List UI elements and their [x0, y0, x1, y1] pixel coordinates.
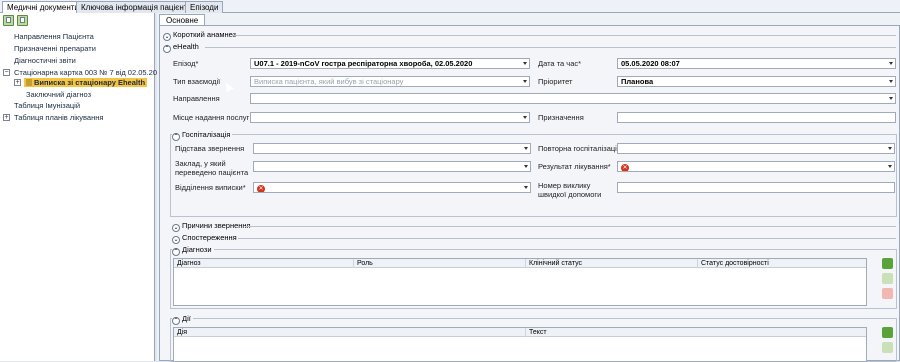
documents-tree-panel: Направлення Пацієнта Призначенні препара… — [0, 13, 165, 361]
datetime-select[interactable]: 05.05.2020 08:07 — [617, 58, 896, 69]
chevron-down-icon — [888, 165, 892, 168]
column-header-clinical-status[interactable]: Клінічний статус — [526, 259, 698, 268]
section-diagnoses[interactable]: ⌃ Діагнози — [172, 245, 214, 256]
chevron-up-icon[interactable]: ⌃ — [172, 248, 180, 256]
discharge-department-select[interactable]: ✕ — [253, 182, 531, 193]
column-header-diagnosis[interactable]: Діагноз — [174, 259, 354, 268]
document-tabs-bar: Медичні документи Ключова інформація пац… — [0, 0, 900, 14]
divider — [238, 238, 896, 239]
rehospitalization-label: Повторна госпіталізація — [538, 144, 621, 153]
column-header-text[interactable]: Текст — [526, 328, 868, 337]
chevron-down-icon — [889, 62, 893, 65]
interaction-type-label: Тип взаємодії — [173, 77, 221, 86]
chevron-down-icon — [523, 116, 527, 119]
chevron-down-icon — [524, 186, 528, 189]
add-diagnosis-icon[interactable] — [882, 258, 893, 269]
chevron-down-icon[interactable]: ⌄ — [163, 33, 171, 41]
document-editor-panel: Основне ⌄ Короткий анамнез ⌃ eHealth Епізо… — [157, 13, 900, 362]
treatment-result-select[interactable]: ✕ — [617, 161, 895, 172]
divider — [232, 35, 896, 36]
chevron-up-icon[interactable]: ⌃ — [163, 45, 171, 53]
diagnoses-table[interactable]: Діагноз Роль Клінічний статус Статус дос… — [173, 258, 867, 306]
chevron-down-icon — [889, 80, 893, 83]
section-actions[interactable]: ⌃ Дії — [172, 314, 193, 325]
rehospitalization-select[interactable] — [617, 143, 895, 154]
section-observations[interactable]: ⌄ Спостереження — [172, 233, 237, 244]
tree-expander-icon[interactable]: + — [14, 79, 21, 86]
chevron-down-icon — [524, 165, 528, 168]
tab-episodes[interactable]: Епізоди — [185, 1, 224, 13]
tree-item-referrals[interactable]: Направлення Пацієнта — [14, 32, 94, 41]
section-ehealth[interactable]: ⌃ eHealth — [163, 42, 199, 53]
delete-diagnosis-icon[interactable] — [882, 288, 893, 299]
assignment-label: Призначення — [538, 113, 584, 122]
reason-label: Підстава звернення — [175, 144, 245, 153]
tree-expander-icon[interactable]: − — [3, 69, 10, 76]
tree-item-label: Виписка зі стаціонару Ehealth — [34, 78, 146, 87]
ambulance-call-label: Номер виклику швидкої допомоги — [538, 181, 602, 199]
treatment-result-label: Результат лікування* — [538, 162, 611, 171]
chevron-down-icon[interactable]: ⌄ — [172, 236, 180, 244]
mouse-cursor-icon — [222, 80, 234, 93]
chevron-down-icon — [888, 147, 892, 150]
edit-diagnosis-icon[interactable] — [882, 273, 893, 284]
error-icon: ✕ — [621, 164, 629, 171]
tree-item-prescriptions[interactable]: Призначенні препарати — [14, 44, 96, 53]
error-icon: ✕ — [257, 185, 265, 192]
discharge-department-label: Відділення виписки* — [175, 183, 246, 192]
edit-action-icon[interactable] — [882, 342, 893, 353]
add-action-icon[interactable] — [882, 327, 893, 338]
tree-item-inpatient-card[interactable]: Стаціонарна картка 003 № 7 від 02.05.202… — [14, 68, 165, 77]
tree-item-immunizations[interactable]: Таблиця Імунізацій — [14, 101, 80, 110]
chevron-up-icon[interactable]: ⌃ — [172, 133, 180, 141]
document-icon — [26, 79, 32, 86]
diagnoses-table-header: Діагноз Роль Клінічний статус Статус дос… — [174, 259, 866, 268]
divider — [245, 226, 896, 227]
chevron-up-icon[interactable]: ⌃ — [172, 317, 180, 325]
transfer-facility-label: Заклад, у який переведено пацієнта — [175, 159, 249, 177]
tab-key-patient-info[interactable]: Ключова інформація пацієнта — [76, 1, 197, 13]
chevron-down-icon — [523, 80, 527, 83]
referral-label: Направлення — [173, 94, 220, 103]
service-place-label: Місце надання послуг — [173, 113, 250, 122]
reason-select[interactable] — [253, 143, 531, 154]
column-header-action[interactable]: Дія — [174, 328, 526, 337]
ambulance-call-input[interactable] — [617, 182, 895, 193]
assignment-input[interactable] — [617, 112, 896, 123]
chevron-down-icon — [523, 62, 527, 65]
priority-label: Пріоритет — [538, 77, 573, 86]
chevron-down-icon — [524, 147, 528, 150]
episode-label: Епізод* — [173, 59, 199, 68]
interaction-type-select[interactable]: Виписка пацієнта, який вибув зі стаціона… — [250, 76, 530, 87]
tree-toolbar — [0, 13, 154, 29]
tree-item-treatment-plans[interactable]: Таблиця планів лікування — [14, 113, 103, 122]
section-hospitalization[interactable]: ⌃ Госпіталізація — [172, 130, 233, 141]
tree-item-final-diagnosis[interactable]: Заключний діагноз — [26, 90, 91, 99]
section-short-anamnesis[interactable]: ⌄ Короткий анамнез — [163, 30, 236, 41]
datetime-label: Дата та час* — [538, 59, 582, 68]
add-document-icon[interactable] — [3, 15, 14, 26]
actions-table[interactable]: Дія Текст — [173, 327, 867, 362]
actions-table-header: Дія Текст — [174, 328, 866, 337]
column-header-verification-status[interactable]: Статус достовірності — [698, 259, 868, 268]
transfer-facility-select[interactable] — [253, 161, 531, 172]
episode-select[interactable]: U07.1 - 2019-nCoV гостра респіраторна хв… — [250, 58, 530, 69]
chevron-down-icon[interactable]: ⌄ — [172, 224, 180, 232]
referral-select[interactable] — [250, 93, 896, 104]
chevron-down-icon — [889, 97, 893, 100]
section-reasons[interactable]: ⌄ Причини звернення — [172, 221, 251, 232]
divider — [205, 47, 896, 48]
service-place-select[interactable] — [250, 112, 530, 123]
copy-document-icon[interactable] — [17, 15, 28, 26]
column-header-role[interactable]: Роль — [354, 259, 526, 268]
tree-item-diagnostic-reports[interactable]: Діагностичні звіти — [14, 56, 76, 65]
priority-select[interactable]: Планова — [617, 76, 896, 87]
tree-item-discharge-ehealth[interactable]: Виписка зі стаціонару Ehealth — [24, 78, 148, 87]
tree-expander-icon[interactable]: + — [3, 114, 10, 121]
form-content: ⌄ Короткий анамнез ⌃ eHealth Епізод* U07.1… — [159, 25, 900, 362]
